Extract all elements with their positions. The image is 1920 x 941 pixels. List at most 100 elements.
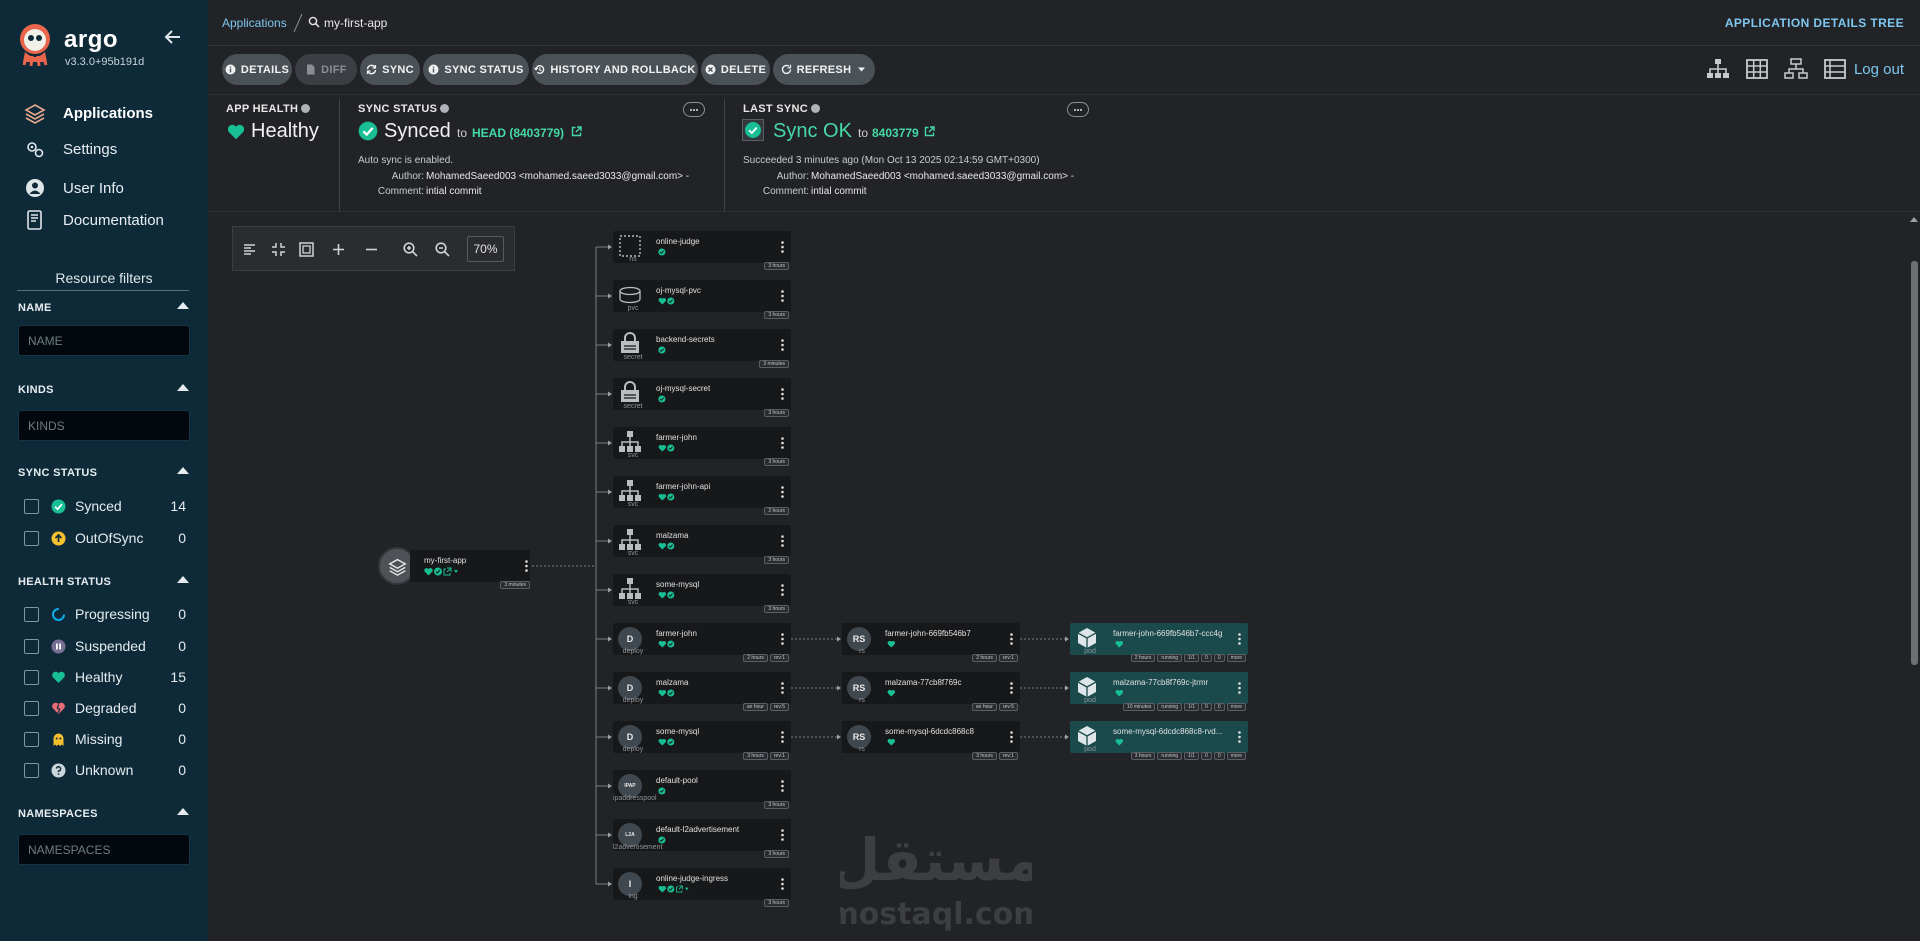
resource-tree-canvas[interactable]: 70% my-first-app 3 minutes ns online-judg… [208, 213, 1920, 941]
help-icon[interactable] [811, 104, 821, 113]
logout-link[interactable]: Log out [1854, 61, 1904, 78]
name-filter-collapse-icon[interactable] [177, 302, 189, 309]
last-sync-revision-link[interactable]: 8403779 [872, 126, 919, 140]
resource-node-pod[interactable]: pod some-mysql-6dcdc868c8-rvd... 3 hours ru… [1070, 721, 1248, 760]
node-menu-icon[interactable] [781, 535, 784, 547]
align-left-icon[interactable] [241, 241, 258, 258]
checkbox-outofsync[interactable] [24, 530, 39, 546]
name-filter-input[interactable] [18, 325, 190, 356]
checkbox-healthy[interactable] [24, 669, 39, 685]
help-icon[interactable] [301, 104, 311, 113]
vertical-scrollbar-thumb[interactable] [1911, 261, 1918, 665]
resource-node-rs[interactable]: RS rs farmer-john-669fb546b7 2 hours rev:1 [842, 623, 1020, 662]
filter-progressing[interactable]: Progressing 0 [24, 603, 194, 625]
resource-node-pod[interactable]: pod farmer-john-669fb546b7-ccc4g 2 hours ru… [1070, 623, 1248, 662]
resource-node-ns[interactable]: ns online-judge 3 hours [613, 231, 791, 270]
resource-node-ipaddresspool[interactable]: IPAP ipaddresspool default-pool 3 hours [613, 770, 791, 809]
node-menu-icon[interactable] [1010, 731, 1013, 743]
resource-node-pvc[interactable]: pvc oj-mysql-pvc 3 hours [613, 280, 791, 319]
namespaces-filter-input[interactable] [18, 834, 190, 865]
zoom-in-icon[interactable] [402, 241, 419, 258]
diff-button[interactable]: DIFF [295, 54, 357, 85]
history-rollback-button[interactable]: HISTORY AND ROLLBACK [532, 54, 698, 85]
filter-synced[interactable]: Synced 14 [24, 495, 194, 517]
sync-status-filter-collapse-icon[interactable] [177, 467, 189, 474]
collapse-sidebar-arrow-icon[interactable] [164, 28, 182, 46]
node-menu-icon[interactable] [781, 682, 784, 694]
kinds-filter-input[interactable] [18, 410, 190, 441]
checkbox-synced[interactable] [24, 498, 39, 514]
sync-status-button[interactable]: SYNC STATUS [423, 54, 529, 85]
resource-node-ing[interactable]: Iing online-judge-ingress 3 hours [613, 868, 791, 907]
resource-node-svc[interactable]: svc malzama 3 hours [613, 525, 791, 564]
node-menu-icon[interactable] [781, 829, 784, 841]
list-view-icon[interactable] [1823, 58, 1847, 80]
filter-outofsync[interactable]: OutOfSync 0 [24, 527, 194, 549]
resource-node-pod[interactable]: pod malzama-77cb8f769c-jtrmr 10 minutes run… [1070, 672, 1248, 711]
filter-suspended[interactable]: Suspended 0 [24, 635, 194, 657]
compress-icon[interactable] [270, 241, 287, 258]
node-menu-icon[interactable] [1238, 731, 1241, 743]
node-menu-icon[interactable] [781, 339, 784, 351]
node-menu-icon[interactable] [1010, 633, 1013, 645]
filter-degraded[interactable]: Degraded 0 [24, 697, 194, 719]
node-menu-icon[interactable] [781, 633, 784, 645]
resource-node-secret[interactable]: secret oj-mysql-secret 3 hours [613, 378, 791, 417]
refresh-button[interactable]: REFRESH [773, 54, 875, 85]
nav-item-documentation[interactable]: Documentation [0, 205, 208, 235]
delete-button[interactable]: DELETE [701, 54, 770, 85]
kinds-filter-collapse-icon[interactable] [177, 384, 189, 391]
node-menu-icon[interactable] [781, 290, 784, 302]
filter-unknown[interactable]: Unknown 0 [24, 759, 194, 781]
namespaces-filter-collapse-icon[interactable] [177, 808, 189, 815]
resource-node-deploy[interactable]: Ddeploy some-mysql 3 hours rev:1 [613, 721, 791, 760]
node-menu-icon[interactable] [1238, 682, 1241, 694]
zoom-level[interactable]: 70% [467, 236, 504, 262]
node-menu-icon[interactable] [781, 437, 784, 449]
nav-item-applications[interactable]: Applications [0, 98, 208, 128]
app-node-menu-icon[interactable] [525, 560, 528, 572]
zoom-out-icon[interactable] [434, 241, 451, 258]
resource-node-secret[interactable]: secret backend-secrets 3 minutes [613, 329, 791, 368]
resource-node-l2advertisement[interactable]: L2A l2advertisement default-l2advertisemen… [613, 819, 791, 858]
resource-node-svc[interactable]: svc farmer-john 3 hours [613, 427, 791, 466]
filter-missing[interactable]: Missing 0 [24, 728, 194, 750]
app-node-my-first-app[interactable]: my-first-app 3 minutes [378, 547, 530, 589]
checkbox-suspended[interactable] [24, 638, 39, 654]
node-menu-icon[interactable] [1238, 633, 1241, 645]
nav-item-user-info[interactable]: User Info [0, 173, 208, 203]
node-menu-icon[interactable] [781, 486, 784, 498]
nav-item-settings[interactable]: Settings [0, 134, 208, 164]
node-menu-icon[interactable] [781, 241, 784, 253]
resource-node-deploy[interactable]: Ddeploy farmer-john 2 hours rev:1 [613, 623, 791, 662]
node-menu-icon[interactable] [781, 388, 784, 400]
resource-node-svc[interactable]: svc some-mysql 3 hours [613, 574, 791, 613]
external-link-icon[interactable] [924, 126, 935, 137]
checkbox-progressing[interactable] [24, 606, 39, 622]
fit-to-screen-icon[interactable] [298, 241, 315, 258]
resource-node-svc[interactable]: svc farmer-john-api 2 hours [613, 476, 791, 515]
breadcrumb-current-app[interactable]: my-first-app [324, 16, 387, 30]
details-button[interactable]: DETAILS [222, 54, 292, 85]
node-menu-icon[interactable] [781, 584, 784, 596]
resource-node-deploy[interactable]: Ddeploy malzama an hour rev:5 [613, 672, 791, 711]
filter-healthy[interactable]: Healthy 15 [24, 666, 194, 688]
minus-icon[interactable] [363, 241, 380, 258]
help-icon[interactable] [440, 104, 450, 113]
checkbox-unknown[interactable] [24, 762, 39, 778]
external-link-icon[interactable] [571, 126, 582, 137]
grid-view-icon[interactable] [1745, 58, 1769, 80]
resource-node-rs[interactable]: RS rs some-mysql-6dcdc868c8 3 hours rev:1 [842, 721, 1020, 760]
resource-node-rs[interactable]: RS rs malzama-77cb8f769c an hour rev:5 [842, 672, 1020, 711]
breadcrumb-applications[interactable]: Applications [222, 16, 287, 30]
node-menu-icon[interactable] [781, 731, 784, 743]
scroll-up-arrow[interactable] [1910, 217, 1918, 222]
tree-view-icon[interactable] [1706, 58, 1730, 80]
node-menu-icon[interactable] [781, 780, 784, 792]
checkbox-degraded[interactable] [24, 700, 39, 716]
plus-icon[interactable] [330, 241, 347, 258]
sync-revision-link[interactable]: HEAD (8403779) [472, 126, 564, 140]
checkbox-missing[interactable] [24, 731, 39, 747]
health-status-filter-collapse-icon[interactable] [177, 576, 189, 583]
network-view-icon[interactable] [1784, 58, 1808, 80]
